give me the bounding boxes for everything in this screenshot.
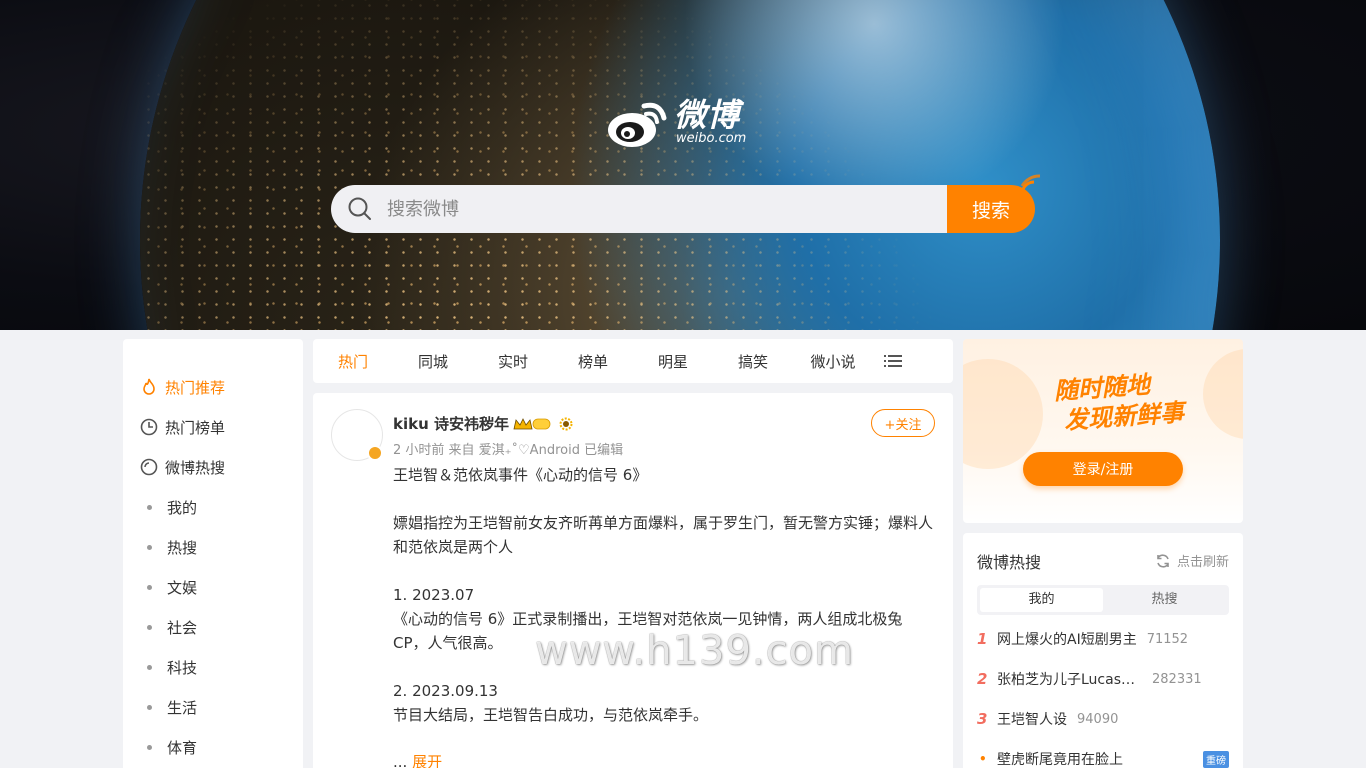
login-register-button[interactable]: 登录/注册 — [1023, 452, 1183, 486]
fire-icon — [139, 377, 159, 397]
nav-item-entertainment[interactable]: 文娱 — [123, 567, 303, 607]
nav-item-hot-search[interactable]: 微博热搜 — [123, 447, 303, 487]
hot-search-title: 微博热搜 — [977, 553, 1042, 572]
list-menu-icon — [884, 355, 902, 367]
nav-item-label: 我的 — [167, 498, 198, 517]
sunflower-badge-icon — [559, 417, 573, 430]
nav-item-label: 热门推荐 — [165, 378, 226, 397]
feed-post-card: kiku 诗安祎秽年 2 小时前 来自 爱淇₊˚♡Android 已编辑 +关注… — [313, 393, 953, 768]
rank-number: 2 — [977, 670, 988, 688]
rank-dot: • — [979, 752, 987, 766]
post-author[interactable]: kiku 诗安祎秽年 — [393, 413, 573, 434]
search-box — [331, 185, 947, 233]
category-tabs: 热门 同城 实时 榜单 明星 搞笑 微小说 — [313, 339, 953, 383]
earth-image — [140, 0, 1220, 330]
nav-item-label: 微博热搜 — [165, 458, 226, 477]
nav-item-hot-list[interactable]: 热门榜单 — [123, 407, 303, 447]
rank-number: 3 — [977, 710, 988, 728]
nav-item-hot-recommend[interactable]: 热门推荐 — [123, 367, 303, 407]
rss-icon[interactable] — [1016, 172, 1044, 200]
tab-ranking[interactable]: 榜单 — [553, 351, 633, 372]
nav-item-label: 科技 — [167, 658, 198, 677]
segment-mine[interactable]: 我的 — [980, 588, 1103, 612]
hot-search-item[interactable]: 2 张柏芝为儿子Lucas庆生 282331 — [977, 659, 1229, 699]
nav-item-trending[interactable]: 热搜 — [123, 527, 303, 567]
hot-item-text: 王垲智人设 — [997, 712, 1067, 728]
expand-link[interactable]: 展开 — [412, 753, 442, 768]
hot-item-text: 壁虎断尾竟用在脸上 — [997, 752, 1123, 768]
search-bar: 搜索 — [331, 185, 1035, 233]
post-line: 节目大结局，王垲智告白成功，与范依岚牵手。 — [393, 706, 709, 724]
follow-button[interactable]: +关注 — [871, 409, 935, 437]
rank-number: 1 — [977, 630, 988, 648]
hot-item-text: 网上爆火的AI短剧男主 — [997, 632, 1137, 648]
hot-search-list: 1 网上爆火的AI短剧男主 71152 2 张柏芝为儿子Lucas庆生 2823… — [977, 619, 1229, 768]
nav-item-sports[interactable]: 体育 — [123, 727, 303, 767]
tab-funny[interactable]: 搞笑 — [713, 351, 793, 372]
post-body: 王垲智＆范依岚事件《心动的信号 6》 嫖娼指控为王垲智前女友齐昕苒单方面爆料，属… — [393, 463, 938, 751]
nav-item-label: 热搜 — [167, 538, 198, 557]
hero-banner: 微博 weibo.com 搜索 — [0, 0, 1366, 330]
weibo-eye-icon — [608, 102, 667, 147]
post-line: 2. 2023.09.13 — [393, 682, 498, 700]
search-icon — [348, 197, 371, 220]
post-line: 嫖娼指控为王垲智前女友齐昕苒单方面爆料，属于罗生门，暂无警方实锤；爆料人和范依岚… — [393, 514, 934, 556]
vip-crown-icon — [513, 417, 551, 429]
post-expand: ... 展开 — [393, 751, 442, 768]
verified-badge-icon — [367, 445, 383, 461]
nav-item-life[interactable]: 生活 — [123, 687, 303, 727]
nav-item-label: 社会 — [167, 618, 198, 637]
refresh-icon — [1157, 553, 1169, 568]
hot-search-item[interactable]: 1 网上爆火的AI短剧男主 71152 — [977, 619, 1229, 659]
tab-celebrity[interactable]: 明星 — [633, 351, 713, 372]
hot-search-item[interactable]: 3 王垲智人设 94090 — [977, 699, 1229, 739]
logo-name-cn: 微博 — [674, 96, 741, 134]
nav-item-label: 热门榜单 — [165, 418, 226, 437]
nav-item-label: 生活 — [167, 698, 198, 717]
tab-realtime[interactable]: 实时 — [473, 351, 553, 372]
hot-item-count: 71152 — [1146, 631, 1189, 647]
search-circle-icon — [139, 457, 159, 477]
hot-search-segment: 我的 热搜 — [977, 585, 1229, 615]
watermark: www.h139.com — [535, 628, 855, 674]
weibo-logo[interactable]: 微博 weibo.com — [606, 94, 756, 150]
tab-hot[interactable]: 热门 — [313, 351, 393, 372]
clock-icon — [139, 417, 159, 437]
post-author-name[interactable]: kiku 诗安祎秽年 — [393, 413, 509, 434]
hot-item-text: 张柏芝为儿子Lucas庆生 — [997, 672, 1142, 688]
nav-item-tech[interactable]: 科技 — [123, 647, 303, 687]
logo-name-en: weibo.com — [676, 131, 747, 146]
post-line: 1. 2023.07 — [393, 586, 475, 604]
expand-ellipsis: ... — [393, 753, 413, 768]
hot-item-count: 282331 — [1152, 671, 1202, 687]
nav-item-label: 体育 — [167, 738, 198, 757]
segment-trending[interactable]: 热搜 — [1103, 588, 1226, 612]
hot-item-count: 94090 — [1077, 711, 1119, 727]
search-input[interactable] — [387, 198, 907, 220]
nav-item-label: 文娱 — [167, 578, 198, 597]
hot-search-card: 微博热搜 点击刷新 我的 热搜 1 网上爆火的AI短剧男主 71152 2 张柏… — [963, 533, 1243, 768]
nav-item-mine[interactable]: 我的 — [123, 487, 303, 527]
tab-micro-novel[interactable]: 微小说 — [793, 351, 873, 372]
hot-search-item[interactable]: • 壁虎断尾竟用在脸上 重磅 — [977, 739, 1229, 768]
login-card: 随时随地 发现新鲜事 登录/注册 — [963, 339, 1243, 523]
post-line: 王垲智＆范依岚事件《心动的信号 6》 — [393, 466, 648, 484]
tab-local[interactable]: 同城 — [393, 351, 473, 372]
hot-item-badge: 重磅 — [1203, 750, 1229, 768]
refresh-button[interactable]: 点击刷新 — [1155, 551, 1229, 570]
nav-item-society[interactable]: 社会 — [123, 607, 303, 647]
tab-more-button[interactable] — [873, 354, 913, 368]
refresh-label: 点击刷新 — [1176, 555, 1229, 570]
post-meta: 2 小时前 来自 爱淇₊˚♡Android 已编辑 — [393, 443, 624, 458]
left-nav: 热门推荐 热门榜单 微博热搜 我的 热搜 文娱 社会 科技 生活 体育 — [123, 339, 303, 768]
